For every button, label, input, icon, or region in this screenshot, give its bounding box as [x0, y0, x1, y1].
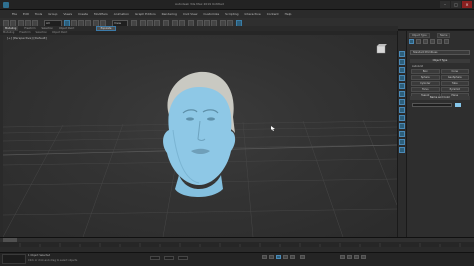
- close-icon[interactable]: ×: [462, 1, 472, 8]
- maxscript-listener[interactable]: [2, 254, 26, 264]
- layout-icon[interactable]: [399, 123, 405, 129]
- menu-bar: File Edit Tools Group Views Create Modif…: [0, 10, 474, 18]
- next-frame-icon[interactable]: [283, 255, 288, 259]
- tube-button[interactable]: Tube: [440, 81, 469, 86]
- layout-icon[interactable]: [399, 107, 405, 113]
- layout-icon[interactable]: [399, 67, 405, 73]
- menu-group[interactable]: Group: [48, 12, 57, 16]
- sphere-button[interactable]: Sphere: [411, 75, 440, 80]
- box-button[interactable]: Box: [411, 69, 440, 74]
- go-to-start-icon[interactable]: [262, 255, 267, 259]
- go-to-end-icon[interactable]: [290, 255, 295, 259]
- head-model[interactable]: [3, 35, 397, 237]
- auto-key-icon[interactable]: [300, 255, 305, 259]
- previous-frame-icon[interactable]: [269, 255, 274, 259]
- y-coordinate-field[interactable]: [164, 256, 174, 260]
- title-bar: Autodesk 3ds Max 2019 Untitled – □ ×: [0, 0, 474, 10]
- primitive-type-dropdown[interactable]: Standard Primitives: [410, 50, 470, 55]
- prompt-line: Click or click-and-drag to select object…: [28, 259, 78, 262]
- menu-modifiers[interactable]: Modifiers: [94, 12, 108, 16]
- viewcube-icon[interactable]: [375, 43, 387, 55]
- perspective-viewport[interactable]: [+] [Perspective] [Default]: [3, 35, 397, 237]
- layout-icon[interactable]: [399, 139, 405, 145]
- zoom-icon[interactable]: [340, 255, 345, 259]
- play-icon[interactable]: [276, 255, 281, 259]
- utilities-tab-icon[interactable]: [444, 39, 449, 44]
- zoom-all-icon[interactable]: [347, 255, 352, 259]
- menu-content[interactable]: Content: [267, 12, 279, 16]
- name-color-rollout[interactable]: Name and Color: [410, 96, 470, 100]
- menu-tools[interactable]: Tools: [35, 12, 42, 16]
- geosphere-button[interactable]: GeoSphere: [440, 75, 469, 80]
- window-controls: – □ ×: [440, 1, 472, 8]
- torus-button[interactable]: Torus: [411, 87, 440, 92]
- x-coordinate-field[interactable]: [150, 256, 160, 260]
- mouse-cursor-icon: [271, 126, 275, 131]
- cp-tab-object-type[interactable]: Object Type: [409, 33, 430, 38]
- viewport-layout-toolbar: [397, 31, 406, 237]
- cp-category-icons: [409, 39, 449, 44]
- layout-icon[interactable]: [399, 91, 405, 97]
- menu-create[interactable]: Create: [78, 12, 88, 16]
- cylinder-button[interactable]: Cylinder: [411, 81, 440, 86]
- layout-icon[interactable]: [399, 147, 405, 153]
- menu-customize[interactable]: Customize: [203, 12, 219, 16]
- menu-graph-editors[interactable]: Graph Editors: [135, 12, 156, 16]
- object-name-field[interactable]: [412, 103, 452, 107]
- maximize-icon[interactable]: □: [451, 1, 461, 8]
- command-panel: Object Type Name Standard Primitives Obj…: [406, 31, 474, 237]
- layout-icon[interactable]: [399, 131, 405, 137]
- menu-animation[interactable]: Animation: [114, 12, 129, 16]
- layout-icon[interactable]: [399, 59, 405, 65]
- menu-interactive[interactable]: Interactive: [245, 12, 261, 16]
- layout-icon[interactable]: [399, 75, 405, 81]
- time-slider[interactable]: [0, 237, 474, 247]
- object-color-swatch[interactable]: [455, 103, 461, 107]
- window-title: Autodesk 3ds Max 2019 Untitled: [175, 2, 224, 6]
- orbit-icon[interactable]: [354, 255, 359, 259]
- z-coordinate-field[interactable]: [178, 256, 188, 260]
- menu-civil-view[interactable]: Civil View: [183, 12, 197, 16]
- layout-icon[interactable]: [399, 115, 405, 121]
- layout-icon[interactable]: [399, 83, 405, 89]
- minimize-icon[interactable]: –: [440, 1, 450, 8]
- create-tab-icon[interactable]: [409, 39, 414, 44]
- layout-icon[interactable]: [399, 99, 405, 105]
- motion-tab-icon[interactable]: [430, 39, 435, 44]
- hierarchy-tab-icon[interactable]: [423, 39, 428, 44]
- cp-tab-name[interactable]: Name: [437, 33, 451, 38]
- layout-icon[interactable]: [399, 51, 405, 57]
- menu-rendering[interactable]: Rendering: [162, 12, 177, 16]
- menu-file[interactable]: File: [12, 12, 17, 16]
- status-bar: 1 Object Selected Click or click-and-dra…: [0, 252, 474, 266]
- menu-views[interactable]: Views: [63, 12, 72, 16]
- cone-button[interactable]: Cone: [440, 69, 469, 74]
- pan-icon[interactable]: [361, 255, 366, 259]
- app-logo-icon[interactable]: [3, 2, 9, 8]
- object-type-rollout[interactable]: Object Type: [410, 59, 470, 63]
- menu-edit[interactable]: Edit: [23, 12, 29, 16]
- menu-scripting[interactable]: Scripting: [225, 12, 238, 16]
- pyramid-button[interactable]: Pyramid: [440, 87, 469, 92]
- display-tab-icon[interactable]: [437, 39, 442, 44]
- primitive-buttons: Box Cone Sphere GeoSphere Cylinder Tube …: [411, 69, 469, 98]
- viewport-label[interactable]: [+] [Perspective] [Default]: [7, 36, 47, 40]
- selection-status: 1 Object Selected: [28, 254, 51, 257]
- menu-help[interactable]: Help: [285, 12, 292, 16]
- autogrid-checkbox[interactable]: AutoGrid: [412, 65, 423, 68]
- modify-tab-icon[interactable]: [416, 39, 421, 44]
